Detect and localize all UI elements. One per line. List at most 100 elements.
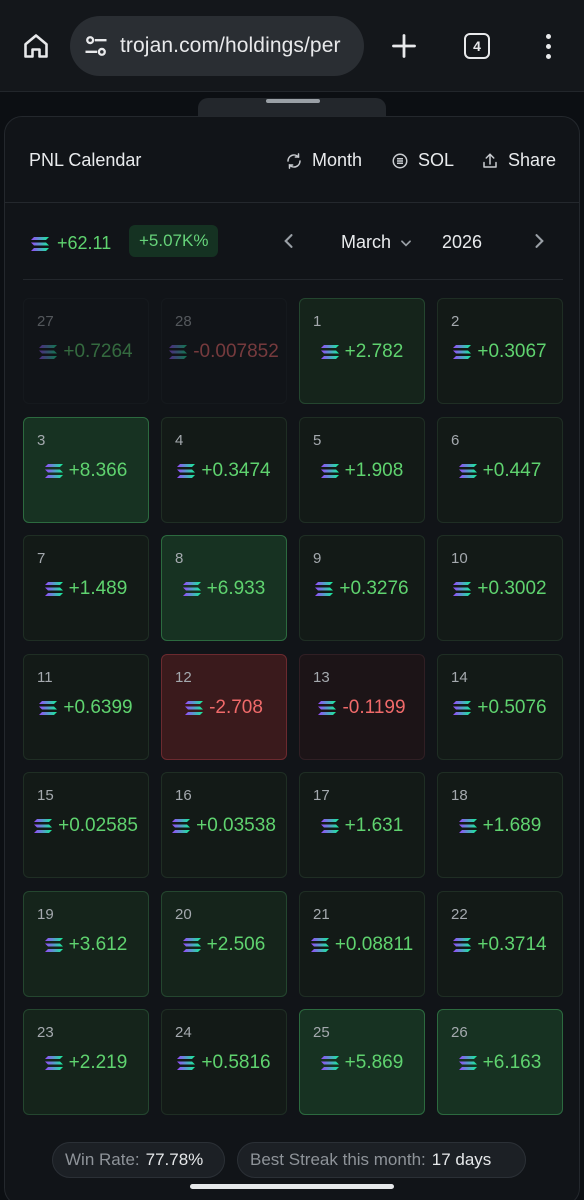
next-month-button[interactable] (527, 229, 551, 253)
site-settings-icon[interactable] (82, 32, 110, 60)
calendar-day-cell[interactable]: 12 -2.708 (161, 654, 287, 760)
calendar-day-cell[interactable]: 27 +0.7264 (23, 298, 149, 404)
sol-toggle-label: SOL (418, 150, 455, 170)
gesture-home-indicator[interactable] (190, 1184, 394, 1189)
day-pnl: +1.908 (300, 460, 424, 482)
day-pnl-value: +3.612 (68, 934, 128, 955)
calendar-day-cell[interactable]: 21 +0.08811 (299, 891, 425, 997)
prev-month-button[interactable] (277, 229, 301, 253)
url-text[interactable]: trojan.com/holdings/per (120, 34, 341, 58)
solana-logo-icon (185, 701, 204, 715)
day-pnl: +1.631 (300, 815, 424, 837)
solana-logo-icon (320, 1056, 339, 1070)
solana-logo-icon (182, 582, 201, 596)
day-number: 23 (37, 1024, 54, 1041)
calendar-day-cell[interactable]: 15 +0.02585 (23, 772, 149, 878)
calendar-day-cell[interactable]: 23 +2.219 (23, 1009, 149, 1115)
day-pnl-value: +0.08811 (334, 934, 414, 955)
month-toggle-button[interactable]: Month (285, 150, 362, 171)
solana-logo-icon (310, 938, 329, 952)
sol-coin-icon (392, 153, 408, 168)
calendar-day-cell[interactable]: 10 +0.3002 (437, 535, 563, 641)
day-pnl-value: +0.03538 (196, 815, 276, 836)
day-number: 2 (451, 313, 460, 330)
day-pnl: +1.489 (24, 578, 148, 600)
calendar-day-cell[interactable]: 19 +3.612 (23, 891, 149, 997)
panel-title: PNL Calendar (29, 150, 142, 170)
solana-logo-icon (177, 1056, 196, 1070)
calendar-day-cell[interactable]: 2 +0.3067 (437, 298, 563, 404)
month-select[interactable]: March (341, 232, 413, 253)
calendar-day-cell[interactable]: 17 +1.631 (299, 772, 425, 878)
day-pnl-value: +6.163 (482, 1052, 542, 1073)
day-pnl: +0.03538 (162, 815, 286, 837)
calendar-day-cell[interactable]: 8 +6.933 (161, 535, 287, 641)
calendar-day-cell[interactable]: 6 +0.447 (437, 417, 563, 523)
chevron-right-icon (535, 234, 544, 248)
day-pnl-value: +0.3002 (477, 578, 547, 599)
drag-handle[interactable] (266, 99, 320, 103)
day-number: 27 (37, 313, 54, 330)
day-pnl: +2.782 (300, 341, 424, 363)
day-number: 6 (451, 432, 460, 449)
calendar-day-cell[interactable]: 5 +1.908 (299, 417, 425, 523)
month-label: March (341, 232, 392, 252)
solana-logo-icon (177, 464, 196, 478)
day-pnl-value: -2.708 (209, 697, 263, 718)
new-tab-button[interactable] (384, 26, 424, 66)
calendar-day-cell[interactable]: 20 +2.506 (161, 891, 287, 997)
calendar-day-cell[interactable]: 7 +1.489 (23, 535, 149, 641)
percent-badge: +5.07K% (129, 225, 219, 257)
calendar-day-cell[interactable]: 4 +0.3474 (161, 417, 287, 523)
solana-logo-icon (31, 236, 49, 251)
day-number: 26 (451, 1024, 468, 1041)
day-pnl-value: +0.02585 (58, 815, 138, 836)
solana-logo-icon (453, 582, 472, 596)
year-select[interactable]: 2026 (442, 232, 482, 253)
calendar-day-cell[interactable]: 1 +2.782 (299, 298, 425, 404)
calendar-day-cell[interactable]: 26 +6.163 (437, 1009, 563, 1115)
solana-logo-icon (320, 345, 339, 359)
day-number: 22 (451, 906, 468, 923)
solana-logo-icon (458, 464, 477, 478)
day-pnl: +2.506 (162, 934, 286, 956)
day-pnl-value: +1.489 (68, 578, 128, 599)
share-label: Share (508, 150, 557, 170)
day-pnl: +0.6399 (24, 697, 148, 719)
day-pnl: +8.366 (24, 460, 148, 482)
address-bar[interactable]: trojan.com/holdings/per (70, 16, 364, 76)
solana-logo-icon (39, 345, 58, 359)
day-pnl: +0.5076 (438, 697, 562, 719)
calendar-day-cell[interactable]: 9 +0.3276 (299, 535, 425, 641)
total-sol-pnl: +62.11 (31, 233, 111, 254)
sol-toggle-button[interactable]: SOL (391, 150, 454, 171)
calendar-day-cell[interactable]: 25 +5.869 (299, 1009, 425, 1115)
tabs-icon: 4 (464, 33, 490, 59)
calendar-day-cell[interactable]: 22 +0.3714 (437, 891, 563, 997)
browser-toolbar: trojan.com/holdings/per 4 (0, 0, 584, 92)
share-button[interactable]: Share (481, 150, 556, 171)
day-pnl-value: +5.869 (344, 1052, 404, 1073)
day-pnl-value: -0.007852 (193, 341, 279, 362)
solana-logo-icon (34, 819, 53, 833)
solana-logo-icon (44, 582, 63, 596)
calendar-day-cell[interactable]: 13 -0.1199 (299, 654, 425, 760)
calendar-day-cell[interactable]: 28 -0.007852 (161, 298, 287, 404)
more-vert-icon[interactable] (530, 26, 566, 66)
share-icon (483, 153, 497, 168)
calendar-day-cell[interactable]: 11 +0.6399 (23, 654, 149, 760)
day-pnl: +0.3714 (438, 934, 562, 956)
tab-switcher-button[interactable]: 4 (457, 26, 497, 66)
day-number: 14 (451, 669, 468, 686)
day-pnl: +0.3002 (438, 578, 562, 600)
calendar-day-cell[interactable]: 16 +0.03538 (161, 772, 287, 878)
solana-logo-icon (453, 938, 472, 952)
home-button[interactable] (14, 26, 58, 66)
calendar-day-cell[interactable]: 18 +1.689 (437, 772, 563, 878)
calendar-day-cell[interactable]: 24 +0.5816 (161, 1009, 287, 1115)
calendar-day-cell[interactable]: 14 +0.5076 (437, 654, 563, 760)
day-number: 20 (175, 906, 192, 923)
chevron-down-icon (401, 239, 411, 246)
divider (23, 279, 563, 280)
calendar-day-cell[interactable]: 3 +8.366 (23, 417, 149, 523)
